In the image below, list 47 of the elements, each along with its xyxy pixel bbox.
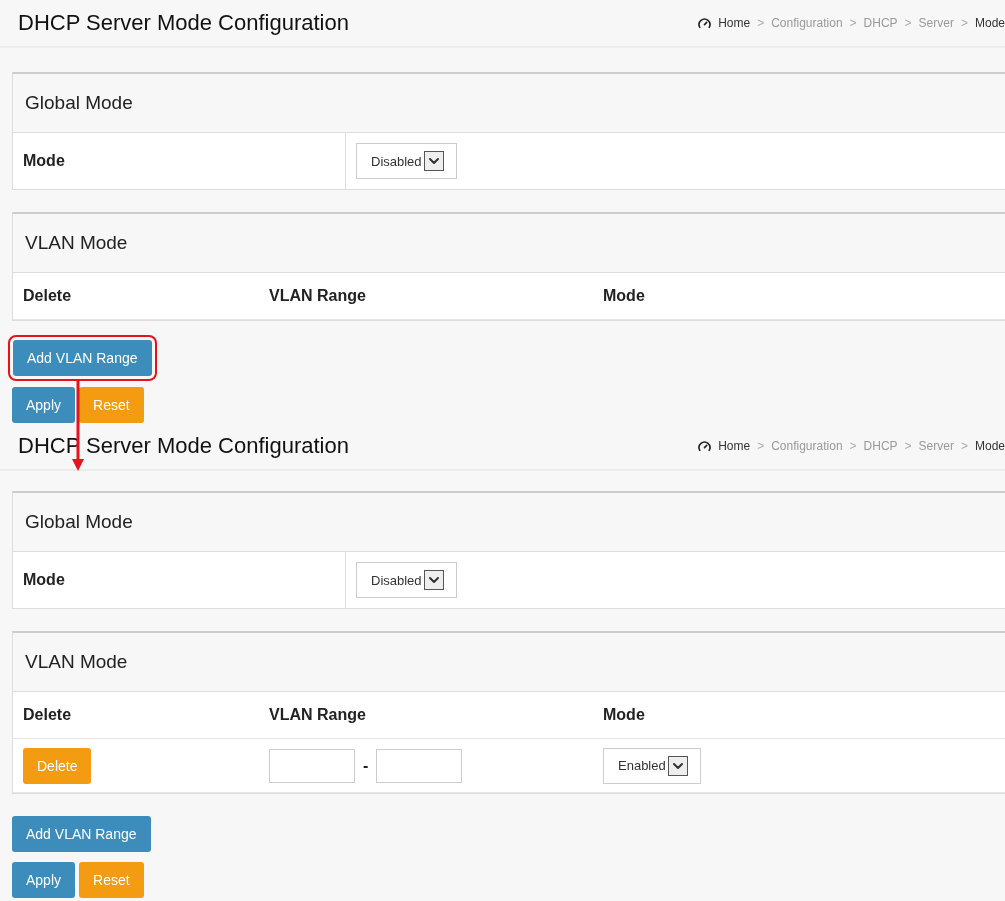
chevron-icon	[423, 570, 444, 590]
range-end-field[interactable]	[376, 748, 463, 783]
breadcrumb-link[interactable]: Server	[918, 439, 954, 453]
page-title: DHCP Server Mode Configuration	[18, 10, 349, 36]
mode-select[interactable]: Enabled	[603, 747, 701, 784]
section-heading: VLAN Mode	[13, 214, 1005, 273]
add-vlan-range-button[interactable]: Add VLAN Range	[13, 340, 152, 376]
breadcrumb-separator: >	[849, 16, 857, 30]
breadcrumb-link[interactable]: Home	[718, 16, 751, 30]
breadcrumb-separator: >	[960, 16, 968, 30]
column-header: VLAN Range	[268, 706, 367, 724]
delete-button[interactable]: Delete	[23, 747, 92, 784]
breadcrumb-separator: >	[960, 439, 968, 453]
breadcrumb-link[interactable]: DHCP	[863, 16, 898, 30]
breadcrumb-separator: >	[904, 439, 912, 453]
breadcrumb-link[interactable]: Configuration	[771, 16, 843, 30]
reset-button[interactable]: Reset	[79, 387, 144, 423]
dashboard-icon	[698, 439, 712, 453]
chevron-icon	[423, 151, 444, 171]
reset-button[interactable]: Reset	[79, 862, 144, 898]
range-start-field[interactable]	[269, 748, 355, 783]
column-header: VLAN Range	[268, 287, 367, 305]
column-header: Delete	[22, 287, 73, 305]
mode-select[interactable]: Disabled	[356, 562, 457, 598]
mode-label: Mode	[13, 133, 346, 189]
breadcrumb-link[interactable]: Server	[918, 16, 954, 30]
add-vlan-range-button[interactable]: Add VLAN Range	[12, 816, 151, 852]
breadcrumb-separator: >	[849, 439, 857, 453]
column-header: Mode	[602, 287, 646, 305]
mode-label: Mode	[13, 552, 346, 608]
mode-select[interactable]: Disabled	[356, 143, 457, 179]
section-heading: Global Mode	[13, 493, 1005, 552]
chevron-icon	[667, 755, 688, 776]
breadcrumb-link[interactable]: Configuration	[771, 439, 843, 453]
section-heading: Global Mode	[13, 74, 1005, 133]
breadcrumb-link[interactable]: Home	[718, 439, 751, 453]
range-dash: -	[363, 756, 369, 775]
column-header: Delete	[22, 706, 73, 724]
breadcrumb-separator: >	[757, 16, 765, 30]
breadcrumb-separator: >	[904, 16, 912, 30]
apply-button[interactable]: Apply	[12, 862, 76, 898]
dashboard-icon	[698, 16, 712, 30]
section-heading: VLAN Mode	[13, 633, 1005, 692]
breadcrumb-link[interactable]: DHCP	[863, 439, 898, 453]
apply-button[interactable]: Apply	[12, 387, 76, 423]
breadcrumb-separator: >	[757, 439, 765, 453]
column-header: Mode	[602, 706, 646, 724]
